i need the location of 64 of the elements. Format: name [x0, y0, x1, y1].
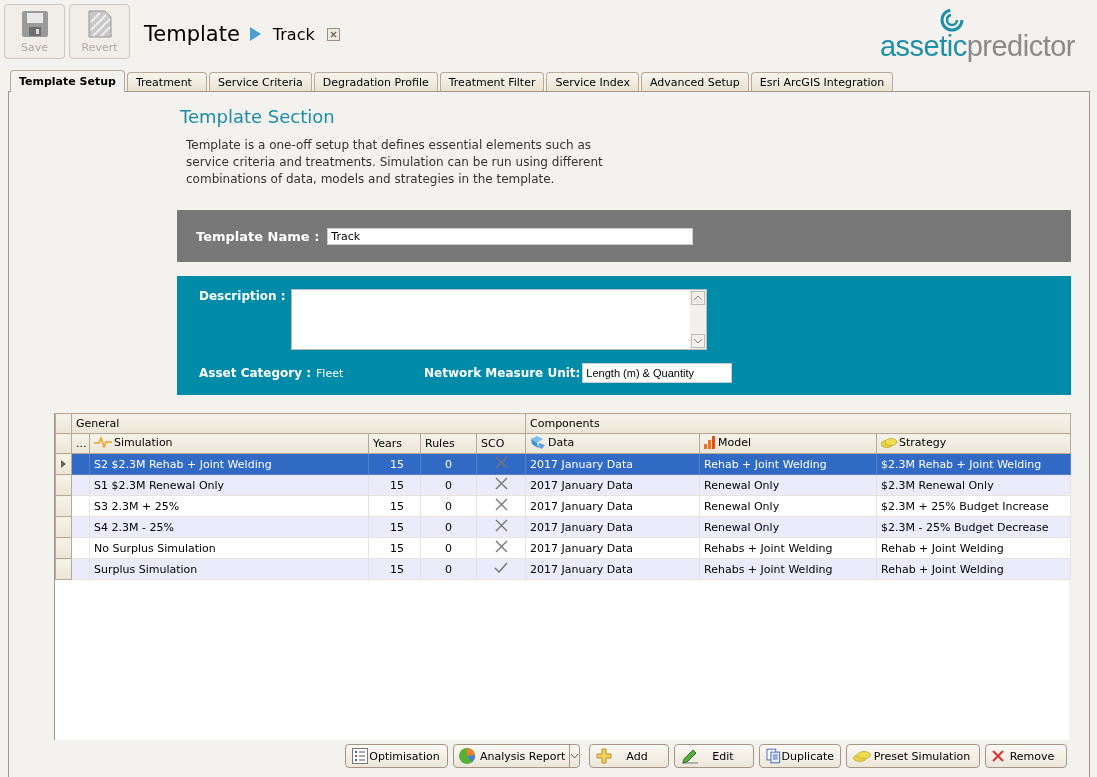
plus-icon: [596, 748, 612, 764]
documents-icon: [766, 748, 782, 764]
scroll-down-icon[interactable]: [691, 334, 705, 348]
table-row[interactable]: S2 $2.3M Rehab + Joint Welding 15 0 2017 January Data Rehab + Joint Welding $2.3M Rehab + Joint Welding: [55, 453, 1071, 475]
scroll-up-icon[interactable]: [691, 291, 705, 305]
bar-chart-icon: [704, 435, 716, 449]
table-cell: No Surplus Simulation: [89, 537, 369, 559]
description-field[interactable]: [291, 289, 707, 350]
table-row[interactable]: S1 $2.3M Renewal Only 15 0 2017 January Data Renewal Only $2.3M Renewal Only: [55, 474, 1071, 496]
pulse-line-icon: [94, 436, 112, 449]
table-cell: S3 2.3M + 25%: [89, 495, 369, 517]
close-icon[interactable]: [326, 27, 340, 41]
table-row[interactable]: S3 2.3M + 25% 15 0 2017 January Data Renewal Only $2.3M + 25% Budget Increase: [55, 495, 1071, 517]
document-icon: [85, 9, 114, 38]
tab[interactable]: Treatment Filter: [439, 72, 545, 91]
group-header: Components: [525, 413, 1071, 434]
network-measure-unit-field[interactable]: Length (m) & Quantity: [582, 363, 733, 383]
dropdown-button[interactable]: [569, 745, 580, 767]
action-button[interactable]: Optimisation: [345, 744, 448, 768]
tab[interactable]: Service Index: [546, 72, 639, 91]
template-name-label: Template Name :: [196, 228, 320, 244]
logo-text: asseticpredictor: [879, 30, 1075, 63]
table-row[interactable]: Surplus Simulation 15 0 2017 January Data Rehabs + Joint Welding Rehab + Joint Welding: [55, 558, 1071, 580]
tab[interactable]: Degradation Profile: [313, 72, 438, 91]
description-label: Description :: [199, 289, 287, 305]
tab[interactable]: Advanced Setup: [640, 72, 749, 91]
table-row[interactable]: No Surplus Simulation 15 0 2017 January Data Rehabs + Joint Welding Rehab + Joint Welding: [55, 537, 1071, 559]
template-name-heading: Track: [272, 24, 315, 44]
row-pointer-icon: [61, 459, 66, 468]
table-cell: Surplus Simulation: [89, 558, 369, 580]
action-button[interactable]: Duplicate: [759, 744, 841, 768]
close-icon: [992, 750, 1004, 762]
coins-icon: [881, 437, 897, 448]
tab[interactable]: Service Criteria: [208, 72, 312, 91]
action-button[interactable]: Edit: [674, 744, 754, 768]
table-cell: S4 2.3M - 25%: [89, 516, 369, 538]
action-button[interactable]: Preset Simulation: [846, 744, 980, 768]
swirl-logo-icon: [939, 8, 964, 32]
chevron-down-icon: [570, 753, 580, 759]
tab[interactable]: Template Setup: [10, 70, 125, 92]
page-title: Template: [144, 22, 240, 46]
pencil-icon: [681, 748, 699, 764]
table-row[interactable]: S4 2.3M - 25% 15 0 2017 January Data Renewal Only $2.3M - 25% Budget Decrease: [55, 516, 1071, 538]
analysis-report-button[interactable]: Analysis Report: [454, 745, 570, 767]
section-description: Template is a one-off setup that defines essential elements such as service criteria and treatments. Simulation can be run using different combinations of data, models and strategies in the template.: [186, 137, 604, 188]
cube-icon: [530, 435, 546, 449]
triangle-right-icon: [249, 27, 261, 41]
table-cell: S2 $2.3M Rehab + Joint Welding: [89, 453, 369, 475]
section-title: Template Section: [180, 106, 336, 127]
coins-icon: [853, 750, 871, 762]
tab[interactable]: Treatment: [126, 72, 207, 91]
asset-category-label: Asset Category :: [199, 366, 312, 380]
action-button[interactable]: Remove: [985, 744, 1067, 768]
asset-category-value: Fleet: [316, 366, 345, 380]
template-name-field[interactable]: Track: [327, 227, 694, 245]
network-measure-unit-label: Network Measure Unit:: [424, 366, 581, 380]
pie-chart-icon: [458, 747, 476, 765]
group-header: General: [71, 413, 526, 434]
table-cell: S1 $2.3M Renewal Only: [89, 474, 369, 496]
checklist-icon: [352, 748, 368, 764]
analysis-report-split-button[interactable]: Analysis Report: [453, 744, 580, 768]
action-button[interactable]: Add: [589, 744, 669, 768]
scrollbar[interactable]: [690, 290, 706, 349]
tab[interactable]: Esri ArcGIS Integration: [750, 72, 894, 91]
